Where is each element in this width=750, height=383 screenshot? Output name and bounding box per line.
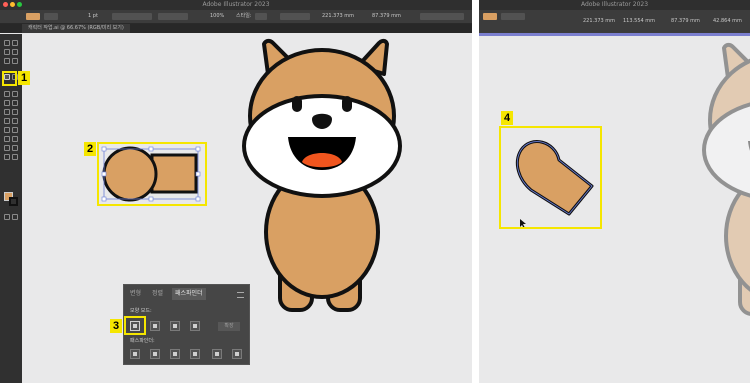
- shape-modes-label: 모양 모드:: [130, 308, 152, 314]
- callout-badge-3: 3: [110, 319, 122, 333]
- merge-icon[interactable]: [170, 349, 180, 359]
- pathfinders-label: 패스파인더:: [130, 338, 155, 344]
- trim-icon[interactable]: [150, 349, 160, 359]
- illustrator-window-left: Adobe Illustrator 2023 1 pt 100% 스타일: 22…: [0, 0, 472, 383]
- shiba-dog-faded: [702, 42, 750, 316]
- exclude-icon[interactable]: [190, 321, 200, 331]
- divide-icon[interactable]: [130, 349, 140, 359]
- highlight-box-3: [124, 316, 146, 335]
- callout-badge-2: 2: [84, 142, 96, 156]
- tab-transform[interactable]: 변형: [130, 288, 141, 300]
- callout-badge-4: 4: [501, 111, 513, 125]
- crop-icon[interactable]: [190, 349, 200, 359]
- minus-front-icon[interactable]: [150, 321, 160, 331]
- highlight-box-4: [499, 126, 602, 229]
- intersect-icon[interactable]: [170, 321, 180, 331]
- tab-pathfinder[interactable]: 패스파인더: [172, 288, 206, 300]
- outline-icon[interactable]: [212, 349, 222, 359]
- expand-button[interactable]: 확장: [218, 322, 240, 331]
- tab-align[interactable]: 정렬: [152, 288, 163, 300]
- shiba-dog-illustration: [242, 38, 402, 312]
- minus-back-icon[interactable]: [232, 349, 242, 359]
- panel-menu-icon[interactable]: [237, 292, 244, 298]
- highlight-box-2: [97, 142, 207, 206]
- panel-tabs: 변형 정렬 패스파인더: [124, 288, 249, 300]
- illustrator-window-right: Adobe Illustrator 2023 221.373 mm 113.55…: [479, 0, 750, 383]
